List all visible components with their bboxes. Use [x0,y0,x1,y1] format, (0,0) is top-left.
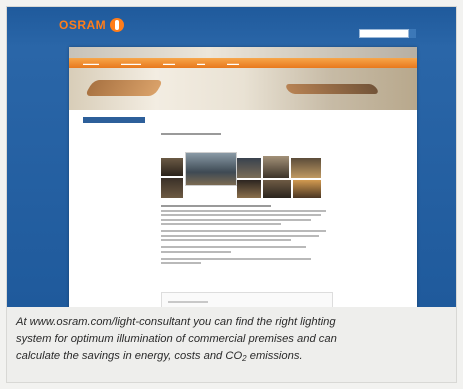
figure-frame: OSRAM ▬▬▬▬ ▬▬▬▬▬ ▬▬▬ ▬▬ ▬▬▬ At www.osram… [6,6,457,383]
page-heading-placeholder [161,133,331,138]
gallery-image[interactable] [291,158,321,178]
caption-line: system for optimum illumination of comme… [16,333,337,345]
caption-text: emissions. [246,350,303,362]
body-text-placeholder [161,205,331,267]
nav-item[interactable]: ▬▬▬ [227,61,239,66]
gallery-image[interactable] [293,180,321,198]
gallery-image[interactable] [263,156,289,178]
caption-line: calculate the savings in energy, costs a… [16,348,446,367]
gallery-image[interactable] [263,180,291,198]
gallery-image[interactable] [237,158,261,178]
search-button[interactable] [409,29,416,38]
web-page: ▬▬▬▬ ▬▬▬▬▬ ▬▬▬ ▬▬ ▬▬▬ [69,47,417,307]
main-navigation: ▬▬▬▬ ▬▬▬▬▬ ▬▬▬ ▬▬ ▬▬▬ [69,58,417,68]
gallery-image[interactable] [161,178,183,198]
bulb-icon [110,18,125,32]
gallery-image[interactable] [237,180,261,198]
caption-text: calculate the savings in energy, costs a… [16,350,243,362]
nav-item[interactable]: ▬▬▬ [163,61,175,66]
hero-banner [69,68,417,110]
banner-light-shape [284,84,380,94]
sidebar-link[interactable] [83,117,145,123]
website-screenshot: OSRAM ▬▬▬▬ ▬▬▬▬▬ ▬▬▬ ▬▬ ▬▬▬ [7,7,456,307]
image-gallery [161,152,321,200]
gallery-image-featured[interactable] [185,152,237,186]
page-top-strip [69,47,417,58]
logo-text: OSRAM [59,18,107,32]
nav-item[interactable]: ▬▬▬▬▬ [121,61,141,66]
banner-light-shape [84,80,164,96]
gallery-image[interactable] [161,158,183,176]
osram-logo[interactable]: OSRAM [59,17,125,33]
nav-item[interactable]: ▬▬ [197,61,205,66]
figure-caption: At www.osram.com/light-consultant you ca… [16,314,446,367]
search-input[interactable] [359,29,409,38]
caption-line: At www.osram.com/light-consultant you ca… [16,316,336,328]
form-box [161,292,333,307]
nav-item[interactable]: ▬▬▬▬ [83,61,99,66]
